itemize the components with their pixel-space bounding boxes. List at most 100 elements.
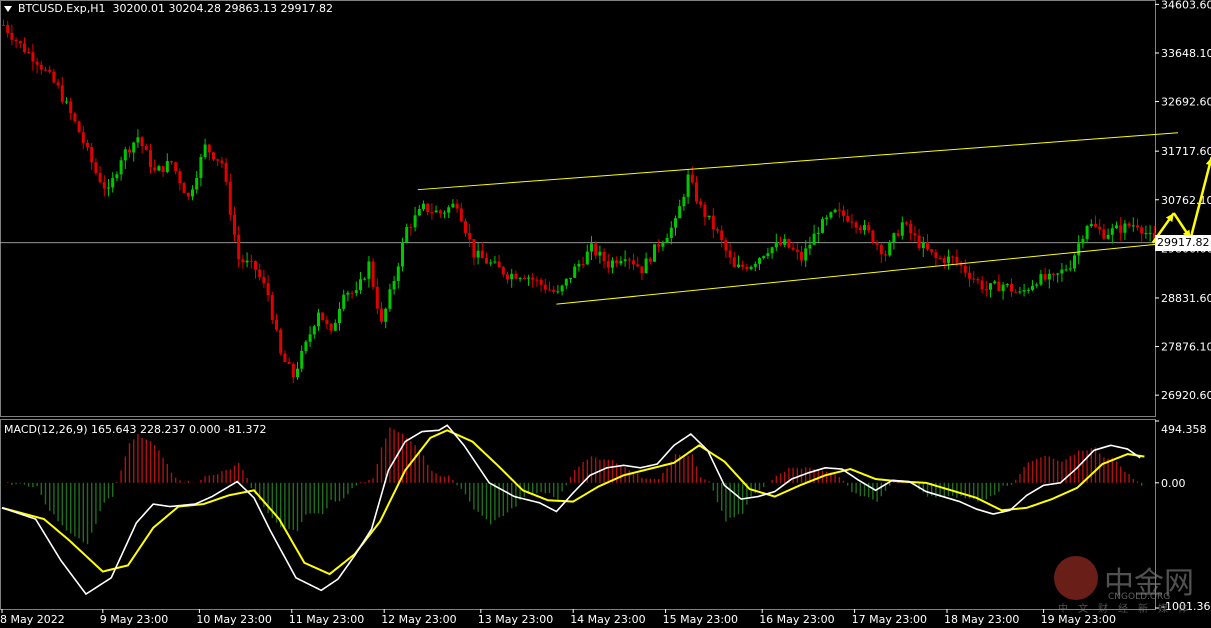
candle-body bbox=[560, 285, 564, 292]
candle-body bbox=[552, 289, 556, 292]
candle-body bbox=[1068, 268, 1072, 270]
candle-body bbox=[434, 210, 438, 213]
candle-body bbox=[220, 160, 224, 163]
candle-body bbox=[753, 263, 757, 267]
candle-body bbox=[149, 150, 152, 168]
candle-body bbox=[636, 264, 640, 267]
candle-body bbox=[590, 243, 593, 252]
candle-body bbox=[678, 206, 682, 219]
candle-body bbox=[1085, 226, 1089, 239]
candle-body bbox=[52, 71, 56, 83]
candle-body bbox=[329, 323, 333, 331]
candle-body bbox=[10, 32, 14, 40]
candle-body bbox=[1102, 229, 1106, 239]
candle-body bbox=[1018, 291, 1022, 293]
candle-body bbox=[140, 137, 144, 147]
candle-body bbox=[695, 182, 698, 202]
candle-body bbox=[648, 258, 652, 262]
candle-body bbox=[459, 208, 463, 222]
candle-body bbox=[800, 251, 803, 261]
candle-body bbox=[128, 149, 131, 153]
candle-body bbox=[195, 177, 199, 190]
candle-body bbox=[237, 234, 241, 260]
candle-body bbox=[955, 256, 959, 263]
candle-body bbox=[1119, 225, 1123, 233]
candle-body bbox=[262, 276, 266, 284]
candle-body bbox=[913, 233, 917, 236]
candle-body bbox=[527, 277, 530, 279]
candle-body bbox=[842, 210, 845, 216]
candle-body bbox=[23, 43, 26, 53]
candle-body bbox=[724, 240, 728, 251]
candle-body bbox=[422, 203, 425, 210]
candle-body bbox=[144, 146, 148, 151]
candle-body bbox=[69, 101, 73, 114]
candle-body bbox=[1022, 290, 1026, 292]
candle-body bbox=[98, 172, 102, 183]
trading-chart[interactable]: 34603.60 33648.10 32692.60 31717.60 30762.10… bbox=[0, 0, 1211, 628]
candle-body bbox=[745, 266, 749, 270]
candle-body bbox=[199, 157, 203, 178]
candle-body bbox=[363, 278, 367, 280]
candle-body bbox=[716, 229, 719, 231]
candle-body bbox=[947, 256, 950, 263]
candle-body bbox=[476, 250, 480, 258]
time-tick-label: 16 May 23:00 bbox=[759, 613, 834, 626]
time-tick-label: 15 May 23:00 bbox=[663, 613, 738, 626]
candle-body bbox=[531, 277, 535, 280]
candle-body bbox=[207, 144, 211, 153]
candle-body bbox=[312, 326, 316, 335]
candle-body bbox=[804, 248, 808, 261]
candle-body bbox=[56, 82, 60, 86]
candle-body bbox=[342, 294, 346, 309]
time-tick-label: 10 May 23:00 bbox=[196, 613, 271, 626]
candle-body bbox=[132, 142, 136, 153]
candle-body bbox=[77, 121, 81, 133]
candle-body bbox=[1144, 233, 1148, 235]
candle-body bbox=[686, 174, 690, 197]
candle-body bbox=[690, 174, 694, 183]
candle-body bbox=[81, 132, 85, 143]
candle-body bbox=[917, 235, 921, 249]
candle-body bbox=[833, 209, 837, 213]
candle-body bbox=[548, 289, 551, 291]
candle-body bbox=[44, 69, 47, 71]
macd-tick-label: 494.358 bbox=[1161, 423, 1207, 436]
candle-body bbox=[653, 244, 656, 262]
candle-body bbox=[1035, 284, 1039, 286]
symbol-menu-icon[interactable] bbox=[4, 6, 12, 12]
candle-body bbox=[497, 261, 501, 268]
candle-body bbox=[1056, 273, 1060, 275]
time-tick-label: 18 May 23:00 bbox=[944, 613, 1019, 626]
candle-body bbox=[1123, 223, 1127, 233]
candle-body bbox=[905, 222, 908, 224]
candle-body bbox=[543, 284, 547, 290]
candle-body bbox=[585, 251, 589, 265]
candle-body bbox=[661, 242, 665, 247]
candle-body bbox=[35, 61, 39, 65]
candle-body bbox=[758, 258, 761, 264]
candle-body bbox=[367, 261, 371, 279]
candle-body bbox=[669, 227, 673, 238]
candle-body bbox=[703, 204, 707, 218]
candle-body bbox=[182, 183, 186, 193]
candle-body bbox=[191, 189, 194, 197]
candle-body bbox=[779, 242, 782, 245]
candle-body bbox=[1136, 225, 1139, 228]
candle-body bbox=[102, 182, 106, 189]
candle-body bbox=[522, 278, 526, 280]
candle-body bbox=[1026, 289, 1030, 291]
candle-body bbox=[489, 262, 493, 264]
price-tick-label: 34603.60 bbox=[1161, 0, 1211, 11]
time-tick-label: 11 May 23:00 bbox=[289, 613, 364, 626]
price-tick-label: 33648.10 bbox=[1161, 47, 1211, 60]
candle-body bbox=[577, 263, 581, 267]
candle-body bbox=[1010, 283, 1013, 292]
candle-body bbox=[1077, 243, 1081, 256]
candle-body bbox=[1052, 273, 1055, 275]
candle-body bbox=[308, 334, 312, 342]
candle-body bbox=[863, 225, 866, 231]
candle-body bbox=[170, 161, 173, 163]
candle-body bbox=[1140, 227, 1144, 234]
candle-body bbox=[1014, 291, 1018, 293]
